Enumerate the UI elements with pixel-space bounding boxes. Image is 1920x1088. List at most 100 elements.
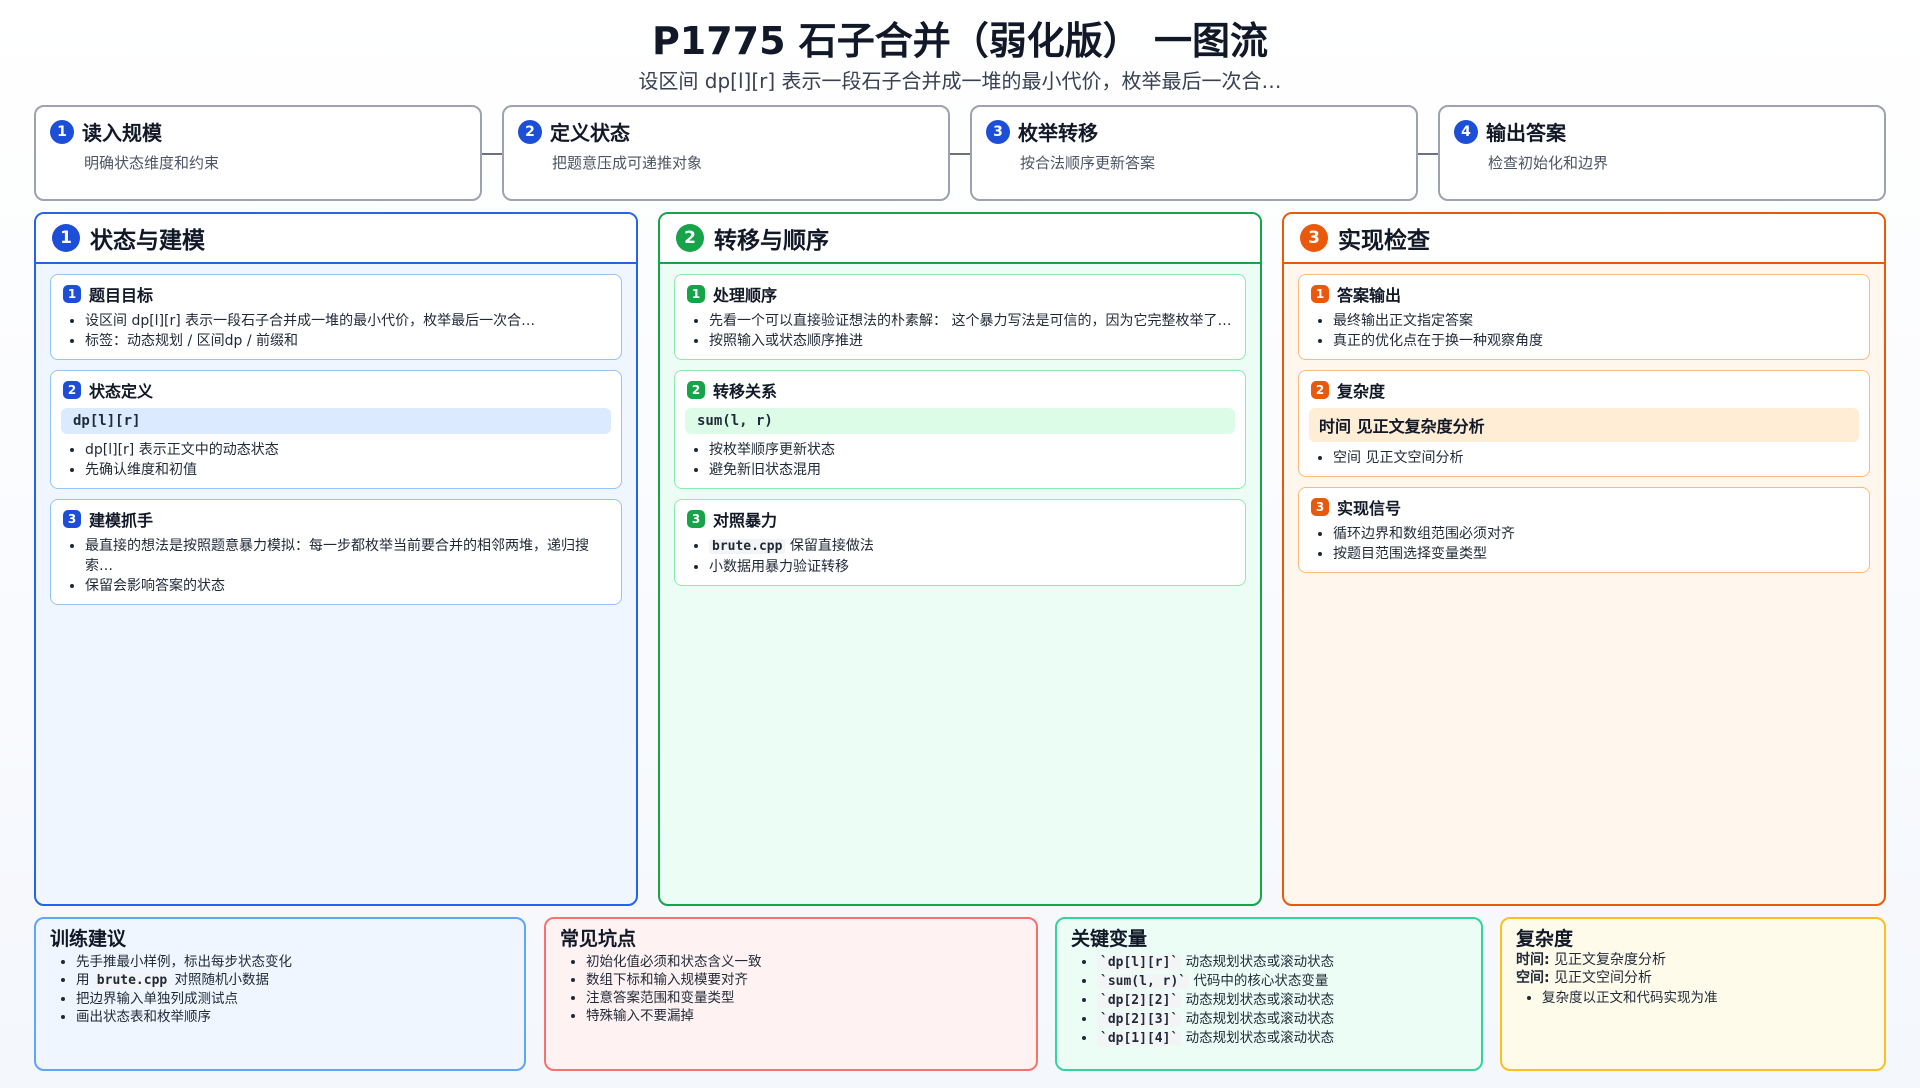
bullet-list: 最终输出正文指定答案 真正的优化点在于换一种观察角度 [1311,311,1857,351]
time-value: 见正文复杂度分析 [1554,952,1667,968]
time-label: 时间: [1516,952,1550,968]
bullet-list: 设区间 dp[l][r] 表示一段石子合并成一堆的最小代价，枚举最后一次合… 标… [63,311,609,351]
list-item: 真正的优化点在于换一种观察角度 [1333,331,1857,351]
step-card-2: 2 定义状态 把题意压成可递推对象 [502,105,950,201]
card-number-badge: 3 [687,510,705,528]
bullet-list: `dp[l][r]` 动态规划状态或滚动状态 `sum(l, r)` 代码中的核… [1071,953,1467,1048]
list-item: 按题目范围选择变量类型 [1333,544,1857,564]
step-number-badge: 3 [986,119,1010,144]
bullet-list: 最直接的想法是按照题意暴力模拟：每一步都枚举当前要合并的相邻两堆，递归搜索… 保… [63,536,609,596]
list-item: 最直接的想法是按照题意暴力模拟：每一步都枚举当前要合并的相邻两堆，递归搜索… [85,536,609,576]
card-title: 复杂度 [1337,382,1386,401]
bullet-list: brute.cpp 保留直接做法 小数据用暴力验证转移 [687,536,1233,577]
step-description: 检查初始化和边界 [1488,154,1609,172]
card-title: 对照暴力 [713,511,778,530]
panel-number-badge: 2 [676,224,704,252]
list-item-text: 对照随机小数据 [174,972,270,988]
step-flow: 1 读入规模 明确状态维度和约束 2 定义状态 把题意压成可递推对象 3 枚举转移 按… [34,105,1886,201]
step-card-1: 1 读入规模 明确状态维度和约束 [34,105,482,201]
card-title: 题目目标 [89,286,154,305]
brute-force-card: 3 对照暴力 brute.cpp 保留直接做法 小数据用暴力验证转移 [674,499,1246,586]
list-item: 初始化值必须和状态含义一致 [586,953,1022,971]
list-item: 避免新旧状态混用 [709,460,1233,480]
state-definition-card: 2 状态定义 dp[l][r] dp[l][r] 表示正文中的动态状态 先确认维度… [50,370,622,489]
step-description: 把题意压成可递推对象 [552,154,703,172]
inline-code: brute.cpp [709,539,786,554]
list-item: 标签：动态规划 / 区间dp / 前缀和 [85,331,609,351]
time-complexity-row: 时间: 见正文复杂度分析 [1516,951,1870,969]
list-item: 先看一个可以直接验证想法的朴素解： 这个暴力写法是可信的，因为它完整枚举了… [709,311,1233,331]
list-item: `dp[2][3]` 动态规划状态或滚动状态 [1097,1010,1467,1029]
step-title: 读入规模 [82,121,162,145]
transition-relation-card: 2 转移关系 sum(l, r) 按枚举顺序更新状态 避免新旧状态混用 [674,370,1246,489]
answer-output-card: 1 答案输出 最终输出正文指定答案 真正的优化点在于换一种观察角度 [1298,274,1870,360]
panel-number-badge: 1 [52,224,80,252]
panel-title: 转移与顺序 [714,228,829,254]
list-item: 先确认维度和初值 [85,460,609,480]
inline-code: brute.cpp [93,973,171,988]
key-variables-box: 关键变量 `dp[l][r]` 动态规划状态或滚动状态 `sum(l, r)` … [1055,917,1483,1071]
panel-title: 状态与建模 [90,228,205,254]
list-item: 设区间 dp[l][r] 表示一段石子合并成一堆的最小代价，枚举最后一次合… [85,311,609,331]
card-title: 建模抓手 [89,511,154,530]
list-item: 画出状态表和枚举顺序 [76,1008,510,1026]
transition-code: sum(l, r) [685,408,1235,434]
modeling-panel: 1 状态与建模 1 题目目标 设区间 dp[l][r] 表示一段石子合并成一堆的最… [34,212,638,906]
list-item: `dp[l][r]` 动态规划状态或滚动状态 [1097,953,1467,972]
step-title: 定义状态 [550,121,630,145]
list-item: 数组下标和输入规模要对齐 [586,971,1022,989]
step-card-3: 3 枚举转移 按合法顺序更新答案 [970,105,1418,201]
step-number-badge: 2 [518,119,542,144]
step-title: 枚举转移 [1018,121,1098,145]
card-number-badge: 3 [63,510,81,528]
list-item: 小数据用暴力验证转移 [709,557,1233,577]
list-item: 复杂度以正文和代码实现为准 [1542,989,1870,1007]
step-number-badge: 4 [1454,119,1478,144]
bullet-list: dp[l][r] 表示正文中的动态状态 先确认维度和初值 [63,440,609,480]
list-item: `dp[1][4]` 动态规划状态或滚动状态 [1097,1029,1467,1048]
bullet-list: 先手推最小样例，标出每步状态变化 用 brute.cpp 对照随机小数据 把边界… [50,953,510,1026]
inline-code: `dp[2][3]` [1097,1012,1182,1027]
panel-header: 2 转移与顺序 [660,214,1260,264]
step-description: 按合法顺序更新答案 [1020,154,1156,172]
list-item-text: 动态规划状态或滚动状态 [1185,1011,1335,1027]
panel-number-badge: 3 [1300,224,1328,252]
bullet-list: 初始化值必须和状态含义一致 数组下标和输入规模要对齐 注意答案范围和变量类型 特… [560,953,1022,1025]
step-card-4: 4 输出答案 检查初始化和边界 [1438,105,1886,201]
step-description: 明确状态维度和约束 [84,154,220,172]
card-title: 转移关系 [713,382,778,401]
step-number-badge: 1 [50,119,74,144]
box-title: 复杂度 [1516,928,1574,950]
panel-header: 1 状态与建模 [36,214,636,264]
complexity-box: 复杂度 时间: 见正文复杂度分析 空间: 见正文空间分析 复杂度以正文和代码实现… [1500,917,1886,1071]
card-number-badge: 2 [63,381,81,399]
list-item-text: 动态规划状态或滚动状态 [1185,954,1335,970]
list-item: 按照输入或状态顺序推进 [709,331,1233,351]
bullet-list: 循环边界和数组范围必须对齐 按题目范围选择变量类型 [1311,524,1857,564]
space-value: 见正文空间分析 [1554,970,1653,986]
box-title: 关键变量 [1071,928,1148,950]
page-subtitle: 设区间 dp[l][r] 表示一段石子合并成一堆的最小代价，枚举最后一次合… [638,69,1282,93]
list-item-text: 代码中的核心状态变量 [1193,973,1329,989]
list-item: 用 brute.cpp 对照随机小数据 [76,971,510,990]
inline-code: `dp[l][r]` [1097,955,1182,970]
bullet-list: 先看一个可以直接验证想法的朴素解： 这个暴力写法是可信的，因为它完整枚举了… 按… [687,311,1233,351]
modeling-hook-card: 3 建模抓手 最直接的想法是按照题意暴力模拟：每一步都枚举当前要合并的相邻两堆，递… [50,499,622,605]
card-number-badge: 2 [1311,381,1329,399]
complexity-card: 2 复杂度 时间 见正文复杂度分析 空间 见正文空间分析 [1298,370,1870,477]
inline-code: `dp[1][4]` [1097,1031,1182,1046]
inline-code: `sum(l, r)` [1097,974,1190,989]
panel-header: 3 实现检查 [1284,214,1884,264]
list-item-text: 保留直接做法 [789,538,874,554]
list-item: 空间 见正文空间分析 [1333,448,1857,468]
list-item: 注意答案范围和变量类型 [586,989,1022,1007]
card-number-badge: 1 [63,285,81,303]
list-item: `dp[2][2]` 动态规划状态或滚动状态 [1097,991,1467,1010]
goal-card: 1 题目目标 设区间 dp[l][r] 表示一段石子合并成一堆的最小代价，枚举最后… [50,274,622,360]
order-card: 1 处理顺序 先看一个可以直接验证想法的朴素解： 这个暴力写法是可信的，因为它完整… [674,274,1246,360]
bullet-list: 空间 见正文空间分析 [1311,448,1857,468]
space-label: 空间: [1516,970,1550,986]
state-code: dp[l][r] [61,408,611,434]
card-title: 处理顺序 [713,286,778,305]
transition-panel: 2 转移与顺序 1 处理顺序 先看一个可以直接验证想法的朴素解： 这个暴力写法是可… [658,212,1262,906]
